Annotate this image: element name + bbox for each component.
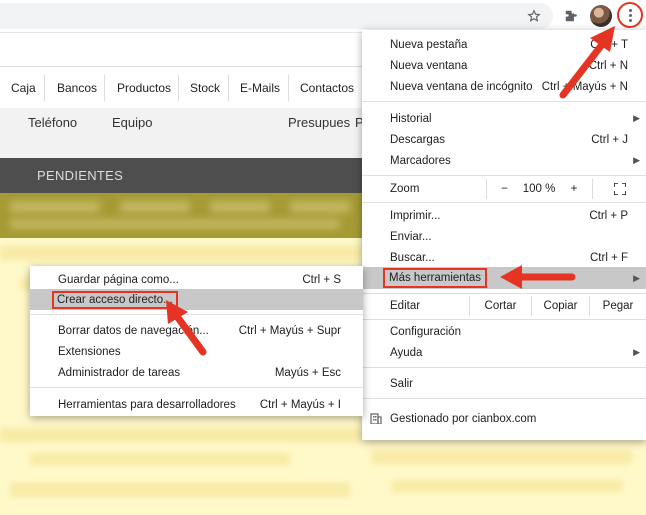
annotation-overlay <box>166 26 615 356</box>
arrow-to-create-shortcut <box>166 300 207 356</box>
arrow-to-menu-icon <box>559 26 615 99</box>
arrow-to-more-tools <box>500 265 576 289</box>
